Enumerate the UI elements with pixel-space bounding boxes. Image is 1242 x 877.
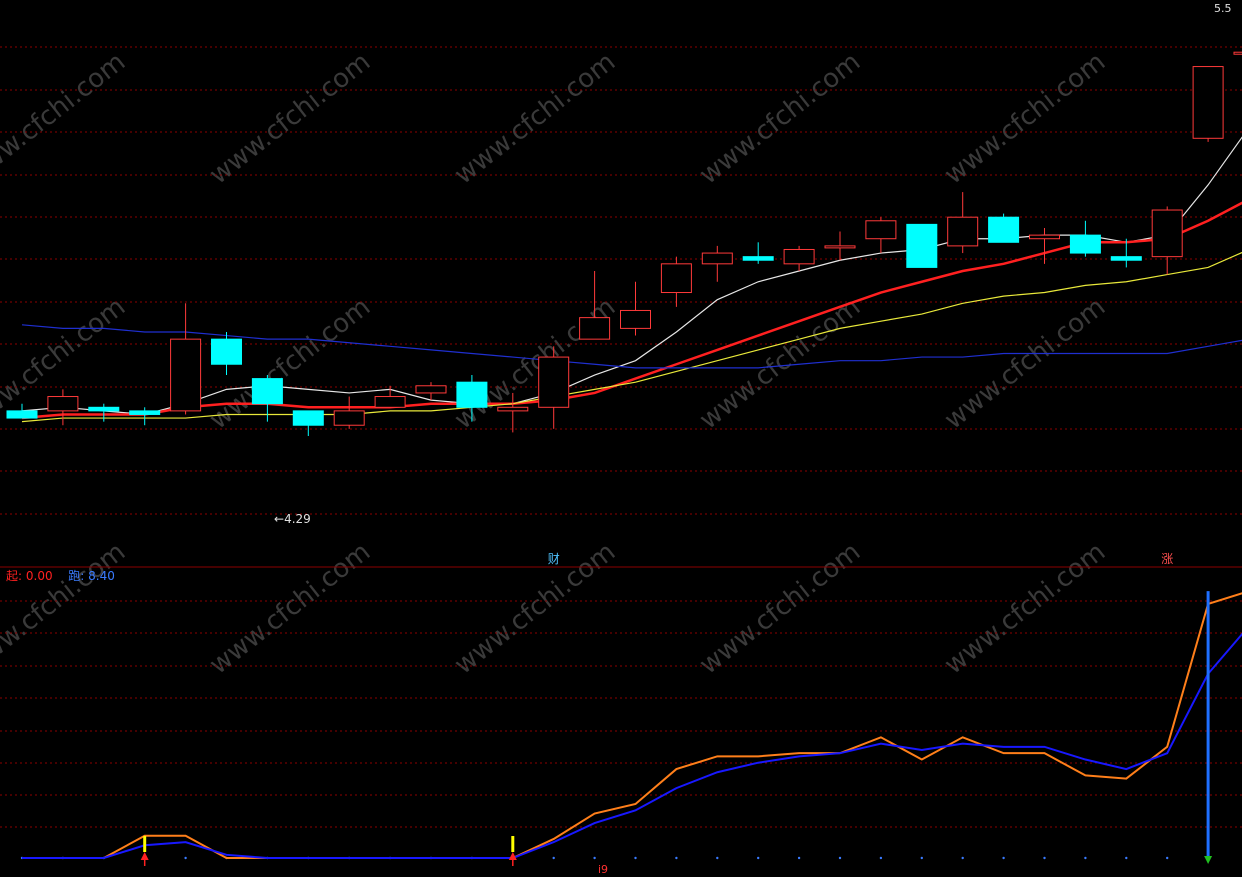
legend-qi-name: 起 [6, 569, 19, 583]
indicator-baseline-dot [593, 856, 596, 860]
indicator-baseline-dot [879, 856, 883, 860]
candle-down-body [1069, 234, 1101, 254]
indicator-baseline-dot [1084, 856, 1087, 860]
event-label-cai[interactable]: 财 [548, 552, 560, 566]
legend-pao-name: 跑 [68, 569, 81, 583]
indicator-baseline-dot [838, 856, 842, 860]
candle-down-body [742, 256, 774, 261]
indicator-baseline-dot [634, 856, 637, 860]
event-label-zhang[interactable]: 涨 [1161, 552, 1173, 566]
candle-up-body [333, 410, 365, 426]
indicator-baseline-dot [1043, 856, 1046, 860]
candle-up-body [497, 406, 529, 412]
candle-up-body [47, 396, 79, 412]
candle-up-body [374, 396, 406, 408]
indicator-legend: 起: 0.00 跑: 8.40 [6, 569, 115, 583]
candle-up-body [783, 248, 815, 265]
candle-down-body [6, 410, 38, 419]
candle-down-body [292, 410, 324, 426]
indicator-baseline-dot [797, 856, 801, 860]
candle-up-body [620, 309, 651, 329]
indicator-baseline-dot [1166, 856, 1169, 860]
stock-chart: www.cfchi.com www.cfchi.com www.cfchi.com w… [0, 0, 1242, 876]
indicator-baseline-dot [1125, 856, 1128, 860]
legend-pao-value: 8.40 [88, 569, 115, 583]
candle-up-body [1029, 234, 1060, 240]
candle-up-body [865, 220, 897, 240]
candle-up-body [538, 356, 570, 408]
candle-up-body [1151, 209, 1183, 258]
candle-down-body [88, 406, 120, 412]
indicator-baseline-dot [757, 856, 760, 860]
candle-up-body [947, 216, 979, 247]
candle-down-body [251, 378, 283, 405]
indicator-baseline-dot [961, 856, 964, 860]
candle-down-body [456, 381, 488, 408]
indicator-bottom-label: i9 [598, 863, 609, 876]
indicator-baseline-dot [716, 856, 719, 860]
candle-down-body [129, 410, 161, 415]
last-price-label: 5.5 [1214, 2, 1232, 15]
candle-up-body [579, 317, 611, 340]
low-price-label: 4.29 [284, 512, 311, 526]
indicator-baseline-dot [675, 856, 678, 860]
candle-up-body [824, 245, 856, 249]
candle-down-body [211, 338, 242, 365]
candle-up-body [701, 252, 733, 265]
indicator-baseline-dot [552, 856, 555, 860]
indicator-baseline-dot [1002, 856, 1005, 860]
candle-up-body [170, 338, 202, 412]
candle-down-body [988, 216, 1020, 243]
chart-background [0, 0, 1242, 876]
left-arrow-icon: ← [274, 512, 285, 526]
low-price-marker: ←4.29 [274, 512, 311, 526]
legend-qi-value: 0.00 [25, 569, 53, 583]
candle-up-body [1233, 51, 1242, 55]
candle-up-body [415, 385, 447, 394]
candle-up-body [660, 263, 692, 294]
candle-down-body [1110, 256, 1142, 261]
candle-down-body [906, 223, 938, 268]
indicator-baseline-dot [184, 856, 187, 860]
candle-up-body [1192, 66, 1224, 139]
indicator-baseline-dot [920, 856, 923, 860]
